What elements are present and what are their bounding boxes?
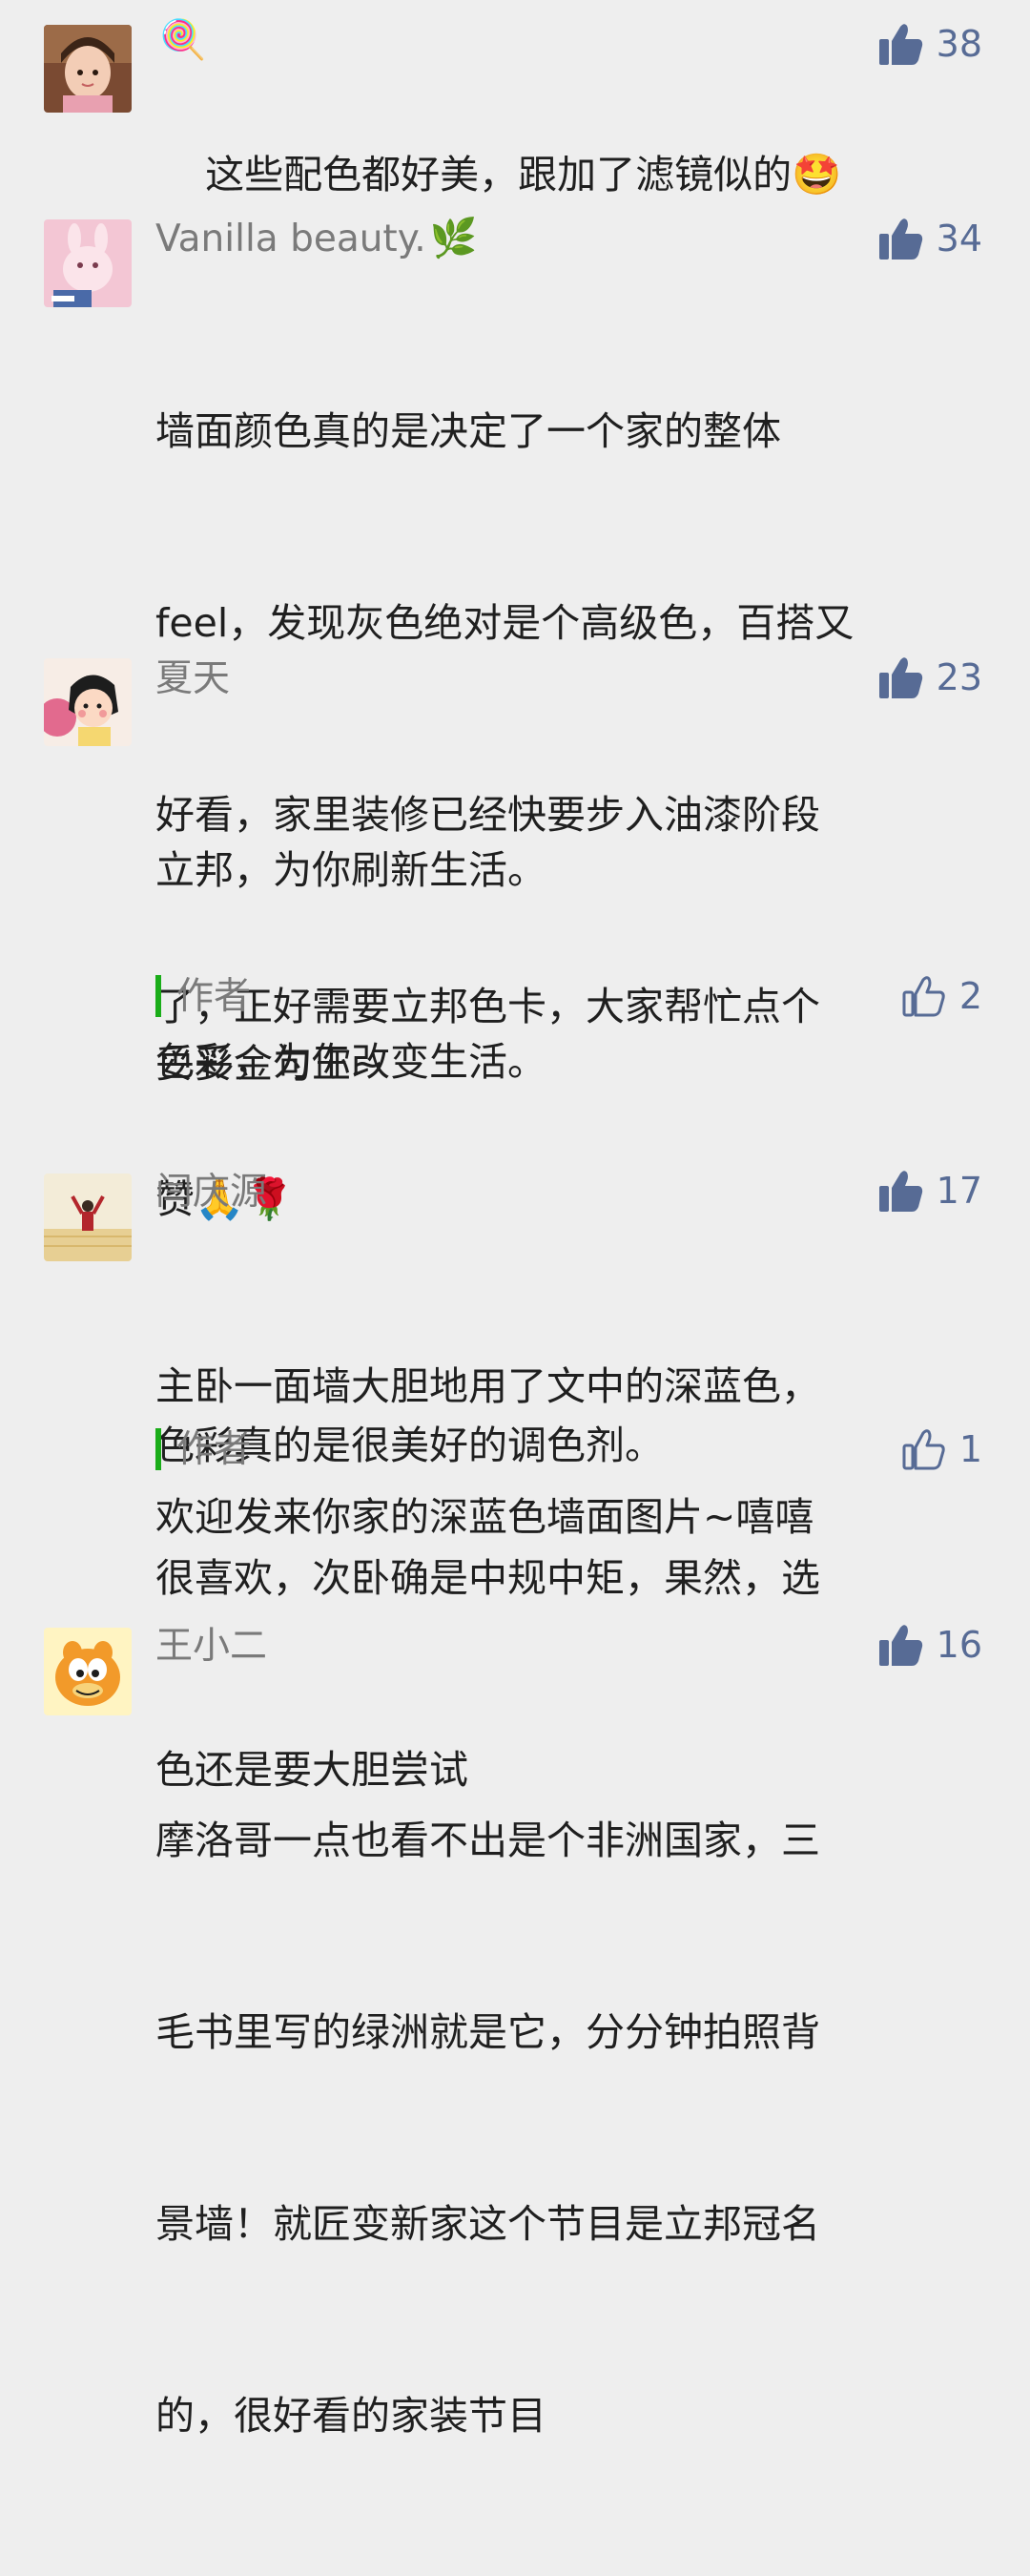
like-count: 16 — [936, 1624, 982, 1666]
thumbs-up-filled-icon — [878, 24, 922, 65]
avatar[interactable] — [44, 658, 132, 746]
thumbs-up-filled-icon — [878, 218, 922, 260]
thumbs-up-filled-icon — [878, 657, 922, 698]
comment-author-name[interactable]: 王小二 — [155, 1628, 267, 1665]
comment-author-name[interactable]: 闫庆源 — [155, 1174, 267, 1211]
like-button[interactable]: 38 — [878, 23, 982, 65]
comment-author-name[interactable]: 🍭 — [155, 21, 207, 59]
avatar[interactable] — [44, 25, 132, 113]
like-count: 1 — [958, 1428, 982, 1470]
like-button[interactable]: 17 — [878, 1170, 982, 1212]
avatar[interactable] — [44, 1628, 132, 1715]
herb-emoji: 🌿 — [429, 217, 478, 260]
like-count: 2 — [958, 975, 982, 1017]
author-reply-text: 欢迎发来你家的深蓝色墙面图片~嘻嘻 — [155, 1494, 814, 1540]
like-count: 23 — [936, 656, 982, 698]
author-reply-label: 作者 — [155, 1428, 251, 1470]
thumbs-up-outline-icon — [902, 976, 945, 1017]
author-reply-label: 作者 — [155, 975, 251, 1017]
avatar[interactable] — [44, 219, 132, 307]
like-button[interactable]: 34 — [878, 218, 982, 260]
lollipop-emoji: 🍭 — [159, 18, 207, 62]
reply-like-button[interactable]: 2 — [902, 975, 982, 1017]
like-button[interactable]: 16 — [878, 1624, 982, 1666]
author-reply-text: 妥妥金句王~ — [155, 1041, 384, 1087]
like-count: 38 — [936, 23, 982, 65]
comment-author-name[interactable]: 夏天 — [155, 660, 230, 697]
thumbs-up-filled-icon — [878, 1171, 922, 1212]
like-button[interactable]: 23 — [878, 656, 982, 698]
thumbs-up-outline-icon — [902, 1429, 945, 1470]
thumbs-up-filled-icon — [878, 1625, 922, 1666]
comment-author-name[interactable]: Vanilla beauty. 🌿 — [155, 219, 477, 258]
star-struck-emoji: 🤩 — [792, 151, 842, 197]
like-count: 34 — [936, 218, 982, 260]
like-count: 17 — [936, 1170, 982, 1212]
avatar[interactable] — [44, 1174, 132, 1261]
reply-like-button[interactable]: 1 — [902, 1428, 982, 1470]
comment-text: 摩洛哥一点也看不出是个非洲国家，三 毛书里写的绿洲就是它，分分钟拍照背 景墙！就… — [155, 1818, 820, 2439]
